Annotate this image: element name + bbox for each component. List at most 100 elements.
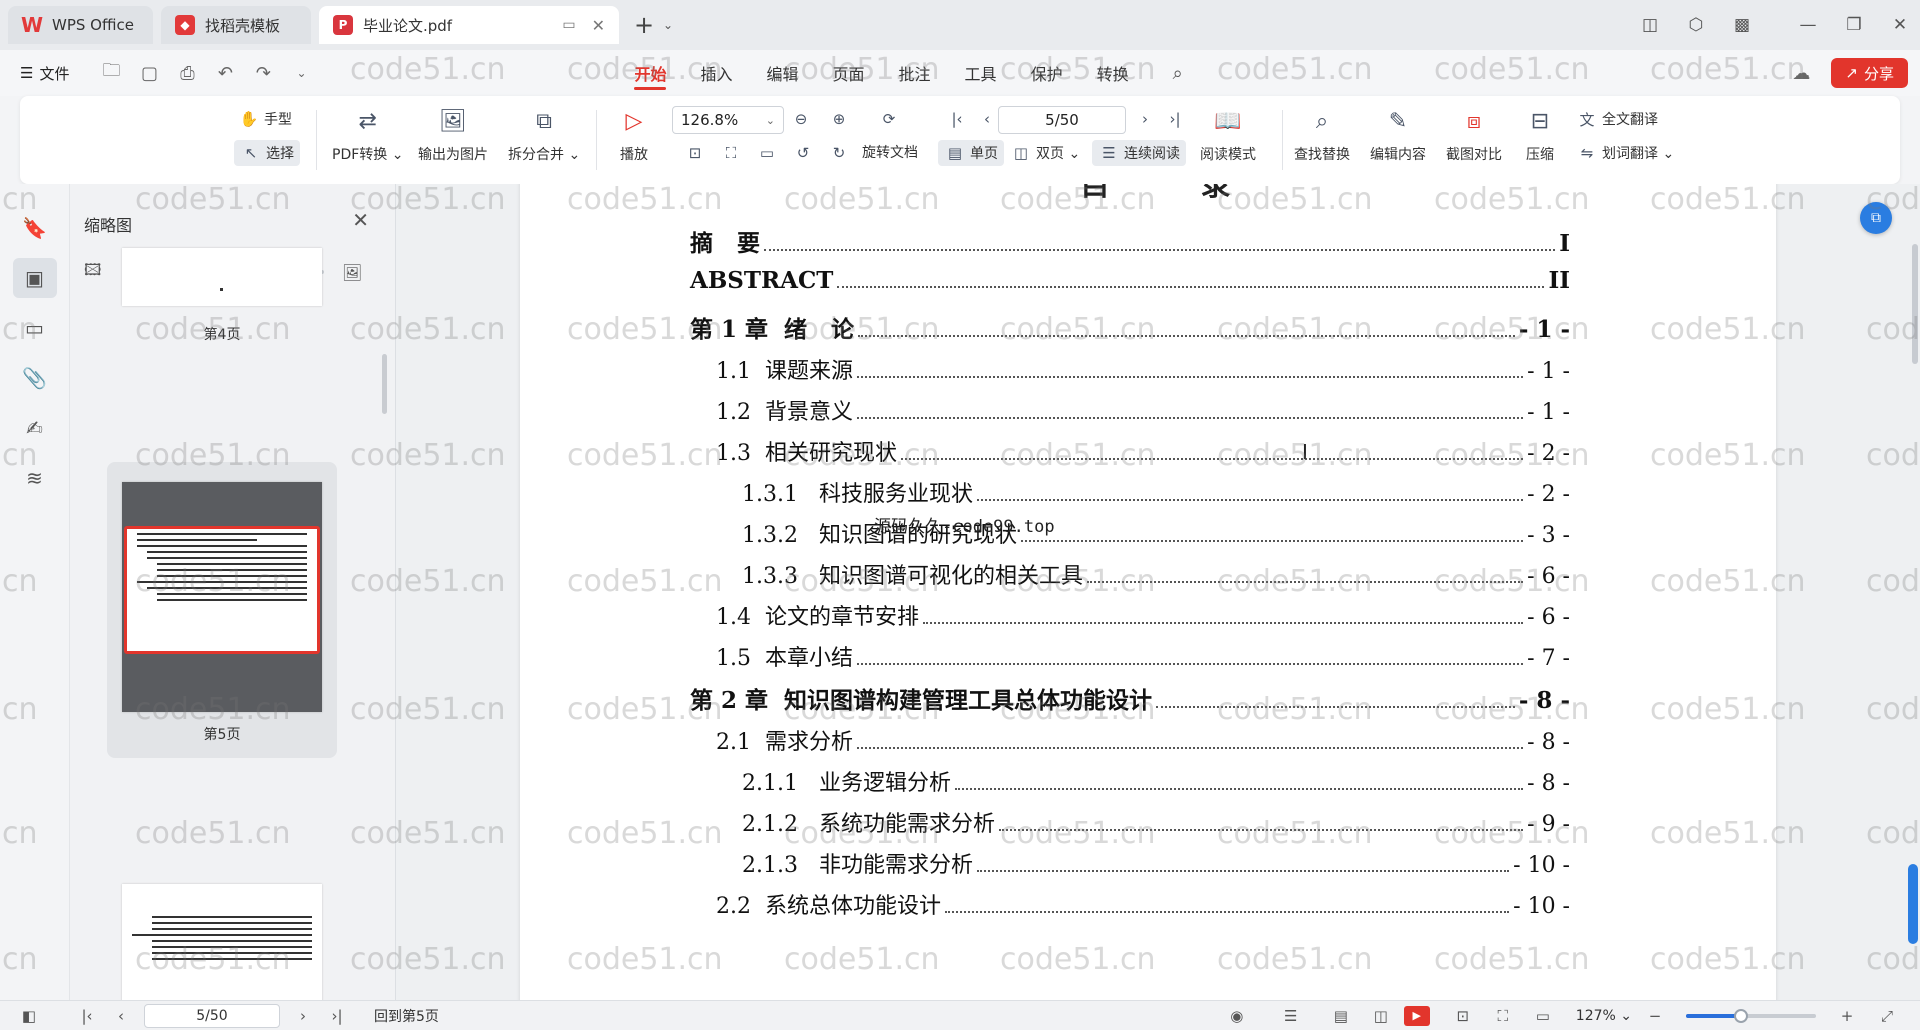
actual-size-icon[interactable]: ⊡ xyxy=(1446,1003,1480,1029)
toc-entry[interactable]: 第 2 章 知识图谱构建管理工具总体功能设计 - 8 - xyxy=(690,681,1570,724)
redo-icon[interactable]: ↷ xyxy=(247,58,279,88)
tab-wps-office[interactable]: W WPS Office xyxy=(8,6,153,44)
bookmark-icon[interactable]: 🔖 xyxy=(13,208,57,248)
word-translate-button[interactable]: ⇋ 划词翻译 ⌄ xyxy=(1576,142,1674,164)
play-button[interactable]: ▷ 播放 xyxy=(618,106,650,164)
last-page-icon[interactable]: ›| xyxy=(1164,108,1190,130)
play-icon[interactable]: ▶ xyxy=(1403,1005,1430,1026)
single-view-icon[interactable]: ▤ xyxy=(1324,1003,1358,1029)
toggle-sidebar-icon[interactable]: ◧ xyxy=(12,1003,46,1029)
rotate-left-icon[interactable]: ↺ xyxy=(792,142,818,164)
zoom-slider[interactable] xyxy=(1686,1008,1816,1023)
tab-thesis-pdf[interactable]: P 毕业论文.pdf ▭ ✕ xyxy=(319,6,619,44)
close-tab-icon[interactable]: ✕ xyxy=(592,16,605,35)
document-scrollbar[interactable] xyxy=(1912,244,1918,364)
toc-entry[interactable]: 1.4 论文的章节安排 - 6 - xyxy=(690,599,1570,640)
zoom-select[interactable]: 126.8% ⌄ xyxy=(672,106,784,134)
first-page-icon[interactable]: |‹ xyxy=(70,1003,104,1029)
rotate-right-icon[interactable]: ↻ xyxy=(828,142,854,164)
tab-docer-templates[interactable]: ◆ 找稻壳模板 xyxy=(161,6,311,44)
continuous-view-icon[interactable]: ☰ xyxy=(1274,1003,1308,1029)
toc-entry[interactable]: 1.1 课题来源 - 1 - xyxy=(690,353,1570,394)
double-view-icon[interactable]: ◫ xyxy=(1364,1003,1398,1029)
actual-size-icon[interactable]: ⊡ xyxy=(684,142,710,164)
rotate-document-button[interactable]: 旋转文档 xyxy=(862,142,918,162)
zoom-slider-handle[interactable] xyxy=(1733,1008,1748,1023)
menu-tab-tools[interactable]: 工具 xyxy=(948,50,1014,96)
thumbnail-page-4[interactable]: 第4页 xyxy=(107,248,337,368)
floating-assistant-icon[interactable]: ⧉ xyxy=(1860,202,1892,234)
toc-entry[interactable]: 1.2 背景意义 - 1 - xyxy=(690,394,1570,435)
menu-tab-edit[interactable]: 编辑 xyxy=(750,50,816,96)
large-image-icon[interactable]: 🖼 xyxy=(342,263,368,282)
prev-page-icon[interactable]: ‹ xyxy=(104,1003,138,1029)
undo-icon[interactable]: ↶ xyxy=(209,58,241,88)
float-window-icon[interactable]: ▭ xyxy=(562,17,575,33)
search-icon[interactable]: ⌕ xyxy=(1156,50,1200,96)
toc-entry[interactable]: 1.3.3 知识图谱可视化的相关工具 - 6 - xyxy=(690,558,1570,599)
toc-entry[interactable]: 2.1.3 非功能需求分析 - 10 - xyxy=(690,847,1570,888)
zoom-in-icon[interactable]: + xyxy=(1830,1003,1864,1029)
thumbnail-panel-icon[interactable]: ▣ xyxy=(12,258,57,298)
new-tab-icon[interactable]: + xyxy=(629,11,659,39)
zoom-out-icon[interactable]: − xyxy=(1638,1003,1672,1029)
toc-entry[interactable]: 2.1.2 系统功能需求分析 - 9 - xyxy=(690,806,1570,847)
last-page-icon[interactable]: ›| xyxy=(320,1003,354,1029)
toc-entry[interactable]: 2.2 系统总体功能设计 - 10 - xyxy=(690,888,1570,929)
thumbnail-page-6[interactable] xyxy=(107,864,337,1000)
menu-tab-insert[interactable]: 插入 xyxy=(683,50,749,96)
share-button[interactable]: ↗ 分享 xyxy=(1831,58,1908,88)
toc-entry[interactable]: 1.3 相关研究现状 - 2 - xyxy=(690,435,1570,476)
thumbnail-page-5[interactable]: 第5页 xyxy=(107,462,337,758)
menu-tab-protect[interactable]: 保护 xyxy=(1014,50,1080,96)
read-mode-button[interactable]: 📖 阅读模式 xyxy=(1200,106,1256,164)
find-replace-button[interactable]: ⌕ 查找替换 xyxy=(1294,106,1350,164)
cube-icon[interactable]: ⬡ xyxy=(1676,7,1716,43)
toc-entry[interactable]: 摘 要I xyxy=(690,224,1570,267)
first-page-icon[interactable]: |‹ xyxy=(946,108,972,130)
fit-width-icon[interactable]: ▭ xyxy=(756,142,782,164)
toc-entry[interactable]: 1.3.2 知识图谱的研究现状 - 3 - xyxy=(690,517,1570,558)
cloud-sync-icon[interactable]: ☁ xyxy=(1785,58,1817,88)
minimize-icon[interactable]: — xyxy=(1788,7,1828,43)
fit-page-icon[interactable]: ⛶ xyxy=(720,142,746,164)
menu-tab-home[interactable]: 开始 xyxy=(617,50,683,96)
file-menu-button[interactable]: ☰ 文件 xyxy=(20,63,69,84)
save-icon[interactable]: ▢ xyxy=(133,58,165,88)
split-merge-button[interactable]: ⧉ 拆分合并 ⌄ xyxy=(508,106,580,164)
restore-icon[interactable]: ❐ xyxy=(1834,7,1874,43)
menu-tab-convert[interactable]: 转换 xyxy=(1080,50,1146,96)
close-icon[interactable]: ✕ xyxy=(352,208,369,232)
attachment-icon[interactable]: 📎 xyxy=(13,358,57,398)
single-page-button[interactable]: ▤ 单页 xyxy=(938,140,1004,166)
signature-icon[interactable]: ✍ xyxy=(13,408,57,448)
avatar[interactable]: ▩ xyxy=(1722,7,1762,43)
print-icon[interactable]: ⎙ xyxy=(171,58,203,88)
comment-icon[interactable]: ▭ xyxy=(13,308,57,348)
layout-icon[interactable]: ◫ xyxy=(1630,7,1670,43)
toc-entry[interactable]: 2.1 需求分析 - 8 - xyxy=(690,724,1570,765)
close-window-icon[interactable]: ✕ xyxy=(1880,7,1920,43)
export-image-button[interactable]: 🖼 输出为图片 xyxy=(418,106,488,164)
screenshot-compare-button[interactable]: ⧈ 截图对比 xyxy=(1446,106,1502,164)
tab-list-chevron-icon[interactable]: ⌄ xyxy=(663,18,673,32)
fullscreen-icon[interactable]: ⤢ xyxy=(1870,1003,1904,1029)
menu-tab-page[interactable]: 页面 xyxy=(816,50,882,96)
page-number-input[interactable]: 5/50 xyxy=(998,106,1126,134)
double-page-button[interactable]: ◫ 双页 ⌄ xyxy=(1010,142,1080,164)
thumbnail-scrollbar[interactable] xyxy=(382,354,387,414)
rotate-icon[interactable]: ⟳ xyxy=(878,108,904,130)
select-tool-button[interactable]: ↖ 选择 xyxy=(234,140,300,166)
toc-entry[interactable]: 1.3.1 科技服务业现状 - 2 - xyxy=(690,476,1570,517)
open-folder-icon[interactable]: 🗀 xyxy=(95,58,127,88)
zoom-out-icon[interactable]: ⊖ xyxy=(790,108,816,130)
goto-page-link[interactable]: 回到第5页 xyxy=(374,1006,439,1026)
toc-entry[interactable]: 2.1.1 业务逻辑分析 - 8 - xyxy=(690,765,1570,806)
hand-tool-button[interactable]: ✋ 手型 xyxy=(238,108,292,130)
toc-entry[interactable]: 1.5 本章小结 - 7 - xyxy=(690,640,1570,681)
next-page-icon[interactable]: › xyxy=(286,1003,320,1029)
quick-access-chevron-icon[interactable]: ⌄ xyxy=(285,58,317,88)
fit-page-icon[interactable]: ⛶ xyxy=(1486,1003,1520,1029)
next-page-icon[interactable]: › xyxy=(1134,108,1160,130)
compress-button[interactable]: ⊟ 压缩 xyxy=(1524,106,1556,164)
